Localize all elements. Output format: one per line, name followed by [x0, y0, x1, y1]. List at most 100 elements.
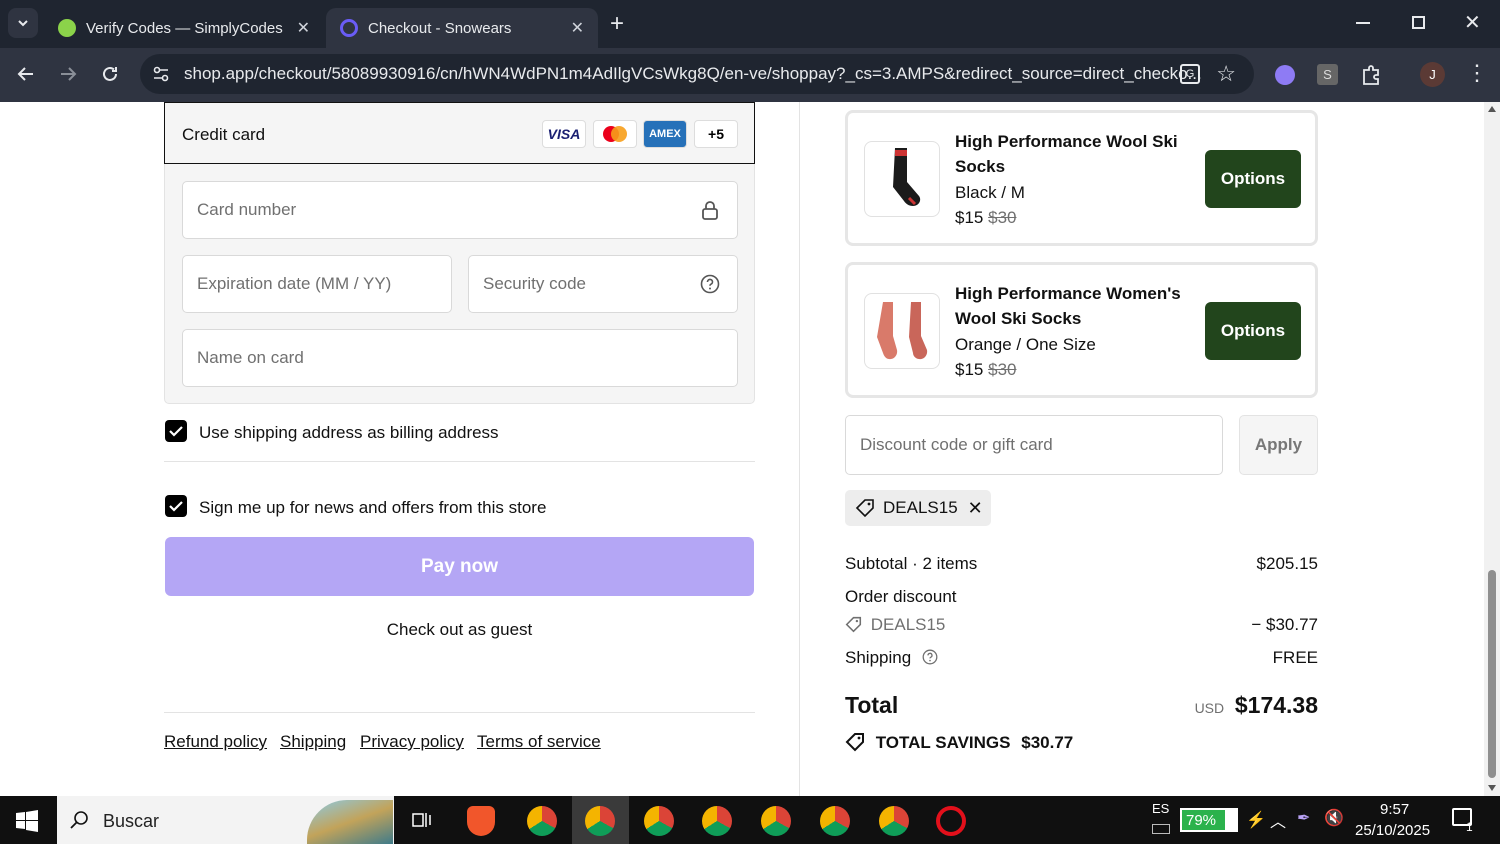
newsletter-checkbox[interactable]: [165, 495, 187, 517]
pay-now-button[interactable]: Pay now: [165, 537, 754, 596]
tab-simplycodes[interactable]: Verify Codes — SimplyCodes ✕: [44, 8, 324, 48]
battery-indicator[interactable]: 79%: [1180, 808, 1238, 832]
help-circle-icon[interactable]: [922, 649, 938, 665]
pay-now-label: Pay now: [420, 555, 499, 577]
close-icon[interactable]: ✕: [571, 18, 584, 38]
chrome-taskbar-icon[interactable]: [702, 806, 732, 836]
expiration-date-field[interactable]: Expiration date (MM / YY): [182, 255, 452, 313]
currency-label: USD: [1194, 700, 1225, 716]
newsletter-label: Sign me up for news and offers from this…: [199, 498, 547, 517]
restore-icon[interactable]: [1412, 16, 1425, 29]
privacy-policy-link[interactable]: Privacy policy: [360, 732, 464, 752]
product-card: High Performance Women's Wool Ski Socks …: [845, 262, 1318, 398]
terms-of-service-link[interactable]: Terms of service: [477, 732, 601, 752]
options-button[interactable]: Options: [1205, 150, 1301, 208]
scroll-up-arrow[interactable]: [1488, 106, 1496, 112]
remove-discount-icon[interactable]: ✕: [968, 498, 983, 519]
taskbar-search-box[interactable]: Buscar: [57, 796, 394, 844]
subtotal-value: $205.15: [1256, 554, 1318, 573]
lock-icon: [702, 201, 718, 220]
simplycodes-favicon-icon: [58, 19, 76, 37]
order-discount-label: Order discount: [845, 587, 957, 606]
name-on-card-field[interactable]: Name on card: [182, 329, 738, 387]
windows-start-icon[interactable]: [16, 810, 38, 832]
black-sock-image: [893, 148, 921, 206]
extension-s-icon[interactable]: S: [1317, 64, 1338, 85]
total-value: $174.38: [1234, 692, 1318, 718]
product-variant: Orange / One Size: [955, 335, 1096, 354]
compare-price: $30: [988, 208, 1017, 227]
brave-browser-icon[interactable]: [467, 806, 495, 836]
help-circle-icon[interactable]: [700, 274, 720, 294]
tag-icon: [845, 733, 864, 752]
tab-search-button[interactable]: [8, 8, 38, 38]
close-window-icon[interactable]: ✕: [1464, 10, 1481, 35]
language-indicator[interactable]: ES: [1152, 801, 1169, 816]
puzzle-extensions-icon[interactable]: [1360, 64, 1382, 86]
reload-icon[interactable]: [100, 64, 120, 84]
compare-price: $30: [988, 360, 1017, 379]
security-code-field[interactable]: Security code: [468, 255, 738, 313]
chrome-taskbar-icon[interactable]: [585, 806, 615, 836]
address-bar[interactable]: shop.app/checkout/58089930916/cn/hWN4WdP…: [140, 54, 1254, 94]
new-tab-icon[interactable]: +: [610, 10, 624, 38]
forward-icon[interactable]: [58, 64, 78, 84]
total-row: Total USD $174.38: [845, 692, 1318, 724]
visa-icon: VISA: [542, 120, 586, 148]
task-view-icon[interactable]: [412, 810, 432, 830]
site-info-icon[interactable]: [152, 65, 170, 83]
shipping-value: FREE: [1272, 648, 1318, 667]
billing-address-checkbox[interactable]: [165, 420, 187, 442]
checkmark-icon: [169, 501, 183, 512]
amex-icon: AMEX: [643, 120, 687, 148]
scroll-thumb[interactable]: [1488, 570, 1496, 778]
tag-icon: [845, 616, 862, 633]
chrome-taskbar-icon[interactable]: [644, 806, 674, 836]
shop-favicon-icon: [340, 19, 358, 37]
page-scrollbar[interactable]: [1484, 102, 1500, 796]
expiration-date-placeholder: Expiration date (MM / YY): [197, 274, 392, 293]
mastercard-icon: [593, 120, 637, 148]
back-icon[interactable]: [16, 64, 36, 84]
windows-taskbar: Buscar ES 79% ⚡ ︿ ✒ 🔇 9:57 25/10/2025 1: [0, 796, 1500, 844]
chrome-taskbar-icon[interactable]: [879, 806, 909, 836]
options-button[interactable]: Options: [1205, 302, 1301, 360]
chevron-up-icon[interactable]: ︿: [1270, 808, 1286, 832]
card-number-field[interactable]: Card number: [182, 181, 738, 239]
profile-avatar[interactable]: J: [1420, 62, 1445, 87]
product-price: $15 $30: [955, 360, 1016, 380]
price: $15: [955, 360, 984, 379]
chrome-taskbar-icon[interactable]: [527, 806, 557, 836]
url-text: shop.app/checkout/58089930916/cn/hWN4WdP…: [184, 64, 1202, 83]
discount-code-field[interactable]: Discount code or gift card: [845, 415, 1223, 475]
power-plug-icon: ⚡: [1246, 812, 1266, 829]
chrome-taskbar-icon[interactable]: [761, 806, 791, 836]
shipping-policy-link[interactable]: Shipping: [280, 732, 346, 752]
clock-date[interactable]: 25/10/2025: [1355, 822, 1430, 839]
extension-icon[interactable]: [1275, 65, 1295, 85]
scroll-down-arrow[interactable]: [1488, 785, 1496, 791]
close-icon[interactable]: ✕: [297, 18, 310, 38]
clock-time[interactable]: 9:57: [1380, 801, 1409, 818]
menu-kebab-icon[interactable]: ⋮: [1466, 60, 1488, 86]
card-number-placeholder: Card number: [197, 200, 297, 219]
chrome-taskbar-icon[interactable]: [820, 806, 850, 836]
check-out-as-guest-link[interactable]: Check out as guest: [164, 620, 755, 640]
column-divider: [799, 102, 800, 796]
discount-code-row: DEALS15 − $30.77: [845, 615, 1318, 635]
search-highlight-image: [307, 800, 393, 844]
translate-icon[interactable]: G: [1180, 64, 1200, 84]
subtotal-label: Subtotal · 2 items: [845, 554, 978, 573]
payment-method-credit-card[interactable]: Credit card VISA AMEX +5: [164, 102, 755, 164]
tab-checkout[interactable]: Checkout - Snowears ✕: [326, 8, 598, 48]
bookmark-star-icon[interactable]: ☆: [1216, 61, 1236, 87]
apply-button[interactable]: Apply: [1239, 415, 1318, 475]
applied-discount-tag: DEALS15 ✕: [845, 490, 991, 526]
guest-link-label: Check out as guest: [386, 620, 533, 639]
minimize-icon[interactable]: [1356, 22, 1370, 24]
tab-title: Verify Codes — SimplyCodes: [86, 19, 283, 37]
refund-policy-link[interactable]: Refund policy: [164, 732, 267, 752]
pen-icon[interactable]: ✒: [1297, 808, 1310, 828]
volume-muted-icon[interactable]: 🔇: [1324, 808, 1344, 828]
opera-icon[interactable]: [936, 806, 966, 836]
